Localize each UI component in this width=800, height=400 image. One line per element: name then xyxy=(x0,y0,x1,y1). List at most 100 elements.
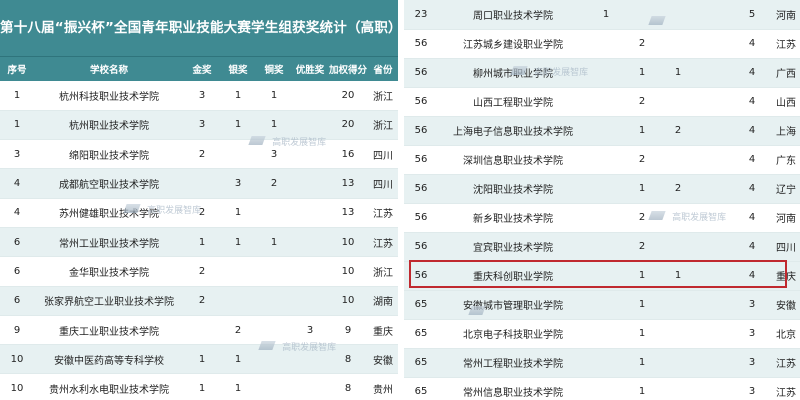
cell-province: 重庆 xyxy=(368,315,398,346)
table-row: 65 北京电子科技职业学院 1 3 北京 xyxy=(404,319,800,349)
cell-school: 上海电子信息职业技术学院 xyxy=(438,116,588,146)
cell-score: 3 xyxy=(732,319,772,349)
cell-silver: 1 xyxy=(220,81,256,111)
cell-gold: 1 xyxy=(184,344,220,375)
cell-rank: 4 xyxy=(0,168,34,199)
cell-province: 江苏 xyxy=(772,29,800,59)
cell-excellence xyxy=(292,198,328,228)
cell-rank: 1 xyxy=(0,81,34,111)
cell-school: 深圳信息职业技术学院 xyxy=(438,145,588,175)
table-row: 23 周口职业技术学院 1 5 河南 xyxy=(404,0,800,30)
cell-silver: 1 xyxy=(624,116,660,146)
cell-province: 上海 xyxy=(772,116,800,146)
table-row: 65 常州信息职业技术学院 1 3 江苏 xyxy=(404,377,800,400)
cell-score: 3 xyxy=(732,348,772,378)
table-row: 65 安徽城市管理职业学院 1 3 安徽 xyxy=(404,290,800,320)
left-table-panel: 第十八届“振兴杯”全国青年职业技能大赛学生组获奖统计（高职） 序号 学校名称 金… xyxy=(0,0,398,400)
cell-rank: 65 xyxy=(404,348,438,378)
cell-excellence xyxy=(696,0,732,30)
cell-score: 13 xyxy=(328,198,368,228)
cell-bronze xyxy=(256,198,292,228)
cell-school: 苏州健雄职业技术学院 xyxy=(34,198,184,228)
cell-bronze: 1 xyxy=(256,227,292,258)
cell-excellence xyxy=(292,286,328,316)
cell-silver: 2 xyxy=(220,315,256,346)
cell-rank: 56 xyxy=(404,87,438,117)
cell-province: 山西 xyxy=(772,87,800,117)
cell-rank: 65 xyxy=(404,319,438,349)
cell-bronze xyxy=(256,373,292,400)
cell-rank: 6 xyxy=(0,227,34,258)
cell-silver: 1 xyxy=(624,377,660,400)
cell-gold xyxy=(588,58,624,88)
cell-score: 8 xyxy=(328,344,368,375)
cell-gold: 2 xyxy=(184,286,220,316)
cell-gold: 3 xyxy=(184,110,220,141)
table-row: 10 贵州水利水电职业技术学院 1 1 8 贵州 xyxy=(0,373,398,400)
cell-silver: 1 xyxy=(220,373,256,400)
table-title: 第十八届“振兴杯”全国青年职业技能大赛学生组获奖统计（高职） xyxy=(0,0,398,56)
cell-province: 江苏 xyxy=(368,198,398,228)
cell-score: 3 xyxy=(732,377,772,400)
cell-gold xyxy=(588,87,624,117)
cell-province: 河南 xyxy=(772,0,800,30)
cell-score: 4 xyxy=(732,29,772,59)
cell-excellence xyxy=(696,145,732,175)
cell-gold xyxy=(184,315,220,346)
cell-bronze xyxy=(660,232,696,262)
cell-province: 辽宁 xyxy=(772,174,800,204)
cell-bronze: 2 xyxy=(660,174,696,204)
cell-gold xyxy=(588,232,624,262)
cell-province: 北京 xyxy=(772,319,800,349)
cell-score: 3 xyxy=(732,290,772,320)
cell-bronze: 1 xyxy=(256,81,292,111)
cell-excellence xyxy=(696,174,732,204)
cell-rank: 56 xyxy=(404,29,438,59)
header-gold: 金奖 xyxy=(184,56,220,81)
cell-excellence xyxy=(292,81,328,111)
table-row: 56 山西工程职业学院 2 4 山西 xyxy=(404,87,800,117)
cell-gold xyxy=(588,145,624,175)
table-row: 56 沈阳职业技术学院 1 2 4 辽宁 xyxy=(404,174,800,204)
cell-score: 5 xyxy=(732,0,772,30)
cell-score: 16 xyxy=(328,139,368,170)
table-row: 56 柳州城市职业学院 1 1 4 广西 xyxy=(404,58,800,88)
cell-rank: 4 xyxy=(0,198,34,228)
cell-bronze xyxy=(660,348,696,378)
cell-silver: 1 xyxy=(220,198,256,228)
cell-gold xyxy=(588,319,624,349)
cell-silver xyxy=(220,286,256,316)
cell-province: 江苏 xyxy=(368,227,398,258)
cell-gold: 3 xyxy=(184,81,220,111)
table-row: 3 绵阳职业技术学院 2 3 16 四川 xyxy=(0,139,398,170)
cell-bronze xyxy=(660,145,696,175)
cell-province: 四川 xyxy=(772,232,800,262)
cell-excellence xyxy=(696,29,732,59)
cell-score: 20 xyxy=(328,110,368,141)
cell-school: 沈阳职业技术学院 xyxy=(438,174,588,204)
cell-score: 4 xyxy=(732,58,772,88)
cell-silver: 2 xyxy=(624,203,660,233)
cell-bronze: 1 xyxy=(256,110,292,141)
cell-excellence xyxy=(696,203,732,233)
table-row: 10 安徽中医药高等专科学校 1 1 8 安徽 xyxy=(0,344,398,375)
cell-excellence xyxy=(696,116,732,146)
cell-excellence xyxy=(292,344,328,375)
cell-silver: 1 xyxy=(624,58,660,88)
right-table-panel: 23 周口职业技术学院 1 5 河南 56 江苏城乡建设职业学院 2 4 江苏 56 柳州城市职业学院… xyxy=(404,0,800,400)
cell-gold: 2 xyxy=(184,256,220,287)
cell-rank: 10 xyxy=(0,373,34,400)
cell-gold: 2 xyxy=(184,139,220,170)
cell-silver: 1 xyxy=(624,319,660,349)
cell-rank: 1 xyxy=(0,110,34,141)
table-row: 56 江苏城乡建设职业学院 2 4 江苏 xyxy=(404,29,800,59)
cell-gold: 1 xyxy=(588,0,624,30)
cell-excellence xyxy=(696,319,732,349)
cell-excellence xyxy=(292,227,328,258)
cell-excellence xyxy=(696,261,732,291)
cell-school: 贵州水利水电职业技术学院 xyxy=(34,373,184,400)
table-row: 4 苏州健雄职业技术学院 2 1 13 江苏 xyxy=(0,198,398,228)
cell-score: 10 xyxy=(328,227,368,258)
cell-province: 安徽 xyxy=(772,290,800,320)
table-row: 9 重庆工业职业技术学院 2 3 9 重庆 xyxy=(0,315,398,346)
